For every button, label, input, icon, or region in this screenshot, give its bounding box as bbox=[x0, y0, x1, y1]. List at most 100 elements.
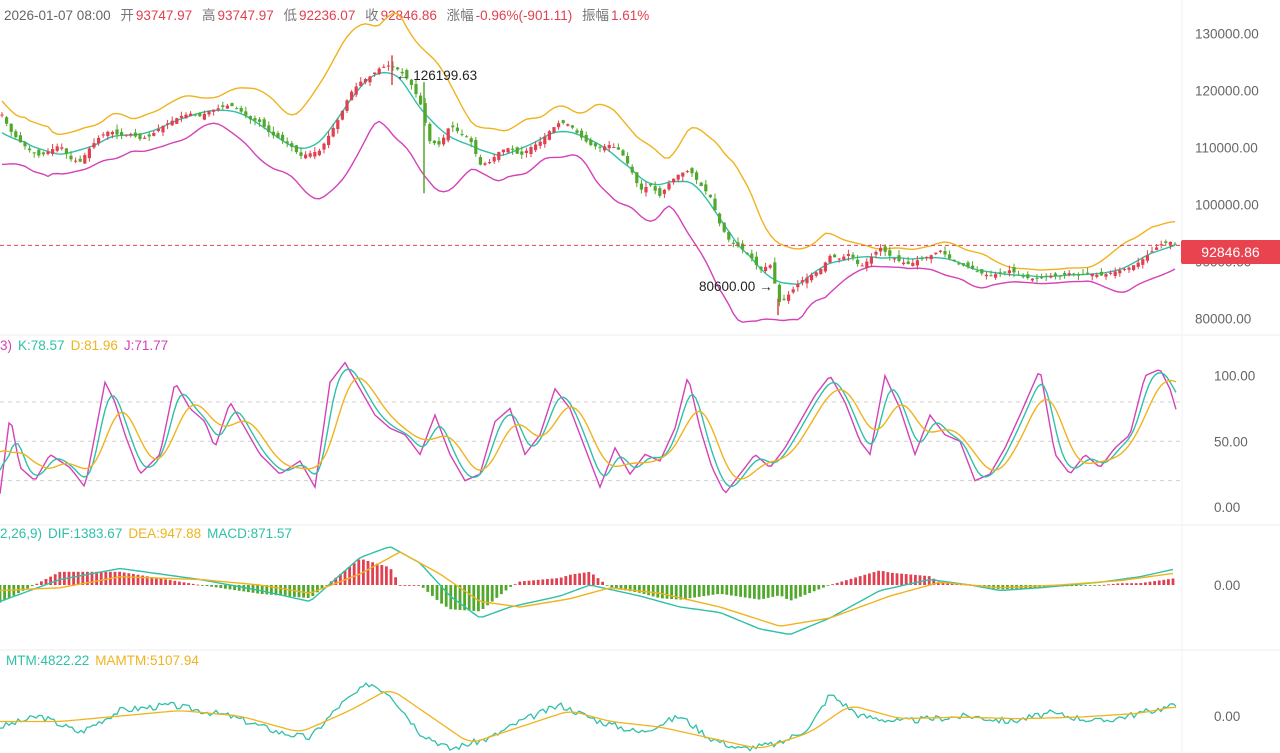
candle-body bbox=[750, 253, 754, 259]
macd-bar bbox=[136, 574, 140, 585]
candle-body bbox=[244, 111, 248, 116]
candle-body bbox=[235, 108, 239, 110]
candle-body bbox=[193, 114, 197, 116]
candle-body bbox=[865, 261, 869, 269]
candle-body bbox=[97, 137, 101, 144]
candle-body bbox=[492, 157, 496, 162]
macd-bar bbox=[454, 585, 457, 610]
macd-bar bbox=[53, 574, 57, 585]
macd-bar bbox=[1171, 578, 1175, 585]
candle-body bbox=[685, 171, 689, 173]
macd-bar bbox=[895, 573, 899, 585]
macd-bar bbox=[408, 585, 411, 586]
macd-bar bbox=[1093, 585, 1097, 586]
macd-bar bbox=[1130, 583, 1133, 585]
macd-bar bbox=[569, 574, 572, 585]
candle-body bbox=[796, 284, 800, 288]
candle-body bbox=[497, 151, 501, 160]
macd-bar bbox=[762, 585, 765, 599]
price-y-tick-3: 100000.00 bbox=[1195, 198, 1259, 213]
chart-canvas[interactable]: 130000.00120000.00110000.00100000.009000… bbox=[0, 0, 1280, 753]
candle-body bbox=[1155, 247, 1159, 250]
candle-body bbox=[74, 160, 78, 162]
candle-body bbox=[290, 143, 294, 147]
candle-body bbox=[336, 120, 340, 130]
candle-body bbox=[55, 146, 59, 151]
macd-bar bbox=[1084, 585, 1087, 586]
macd-bar bbox=[1167, 579, 1170, 585]
candle-body bbox=[294, 145, 298, 153]
macd-bar bbox=[196, 584, 200, 586]
candle-body bbox=[285, 141, 289, 144]
macd-bar bbox=[481, 585, 485, 609]
macd-bar bbox=[587, 571, 591, 585]
candle-body bbox=[920, 258, 924, 260]
candle-body bbox=[819, 269, 823, 275]
macd-bar bbox=[1134, 583, 1138, 585]
candle-body bbox=[649, 184, 653, 186]
candle-body bbox=[1173, 243, 1177, 245]
candle-body bbox=[248, 116, 252, 120]
macd-bar bbox=[477, 585, 480, 612]
candle-body bbox=[957, 263, 961, 265]
candle-body bbox=[78, 158, 82, 162]
macd-bar bbox=[168, 580, 172, 585]
candle-body bbox=[368, 76, 372, 83]
candle-body bbox=[722, 222, 726, 232]
candle-body bbox=[327, 135, 331, 146]
macd-bar bbox=[1125, 583, 1129, 585]
candle-body bbox=[704, 184, 708, 192]
price-y-tick-1: 120000.00 bbox=[1195, 84, 1259, 99]
candle-body bbox=[1035, 277, 1039, 279]
macd-bar bbox=[1162, 579, 1166, 585]
macd-bar bbox=[651, 585, 655, 597]
candle-body bbox=[124, 134, 128, 136]
candle-body bbox=[1017, 274, 1021, 276]
candle-body bbox=[589, 139, 593, 146]
candle-body bbox=[814, 272, 818, 276]
candle-body bbox=[271, 131, 275, 136]
macd-bar bbox=[743, 585, 747, 598]
candle-body bbox=[87, 148, 91, 159]
candle-body bbox=[842, 256, 846, 260]
macd-bar bbox=[812, 585, 816, 592]
macd-bar bbox=[550, 578, 554, 585]
candle-body bbox=[1132, 265, 1136, 271]
candle-body bbox=[5, 117, 9, 124]
macd-bar bbox=[76, 571, 80, 585]
candle-body bbox=[653, 186, 657, 191]
macd-bar bbox=[720, 585, 724, 595]
candle-body bbox=[1049, 275, 1053, 278]
candle-body bbox=[984, 274, 988, 277]
macd-bar bbox=[1107, 584, 1110, 586]
macd-bar bbox=[311, 585, 315, 596]
candle-body bbox=[511, 148, 515, 150]
macd-dif-line bbox=[0, 546, 1174, 635]
kdj-y-tick-0: 100.00 bbox=[1214, 369, 1255, 384]
candle-body bbox=[1063, 272, 1067, 275]
candle-body bbox=[929, 255, 933, 260]
candle-body bbox=[414, 84, 418, 95]
candle-body bbox=[731, 242, 735, 244]
macd-bar bbox=[214, 585, 218, 588]
candle-body bbox=[1104, 274, 1108, 277]
macd-bar bbox=[840, 581, 844, 585]
macd-bar bbox=[822, 585, 825, 588]
candle-body bbox=[1095, 274, 1099, 277]
candle-body bbox=[782, 298, 786, 300]
candle-body bbox=[961, 263, 965, 266]
candle-body bbox=[0, 114, 4, 116]
macd-bar bbox=[260, 585, 264, 594]
macd-bar bbox=[371, 562, 374, 585]
macd-bar bbox=[1111, 583, 1115, 585]
macd-bar bbox=[564, 576, 568, 585]
candle-body bbox=[612, 146, 616, 148]
candle-body bbox=[860, 265, 864, 267]
macd-bar bbox=[904, 574, 908, 585]
macd-bar bbox=[504, 585, 508, 591]
macd-bar bbox=[26, 585, 29, 589]
candle-body bbox=[1030, 278, 1034, 281]
candle-body bbox=[971, 265, 975, 269]
candle-body bbox=[851, 254, 855, 258]
macd-bar bbox=[389, 569, 393, 585]
